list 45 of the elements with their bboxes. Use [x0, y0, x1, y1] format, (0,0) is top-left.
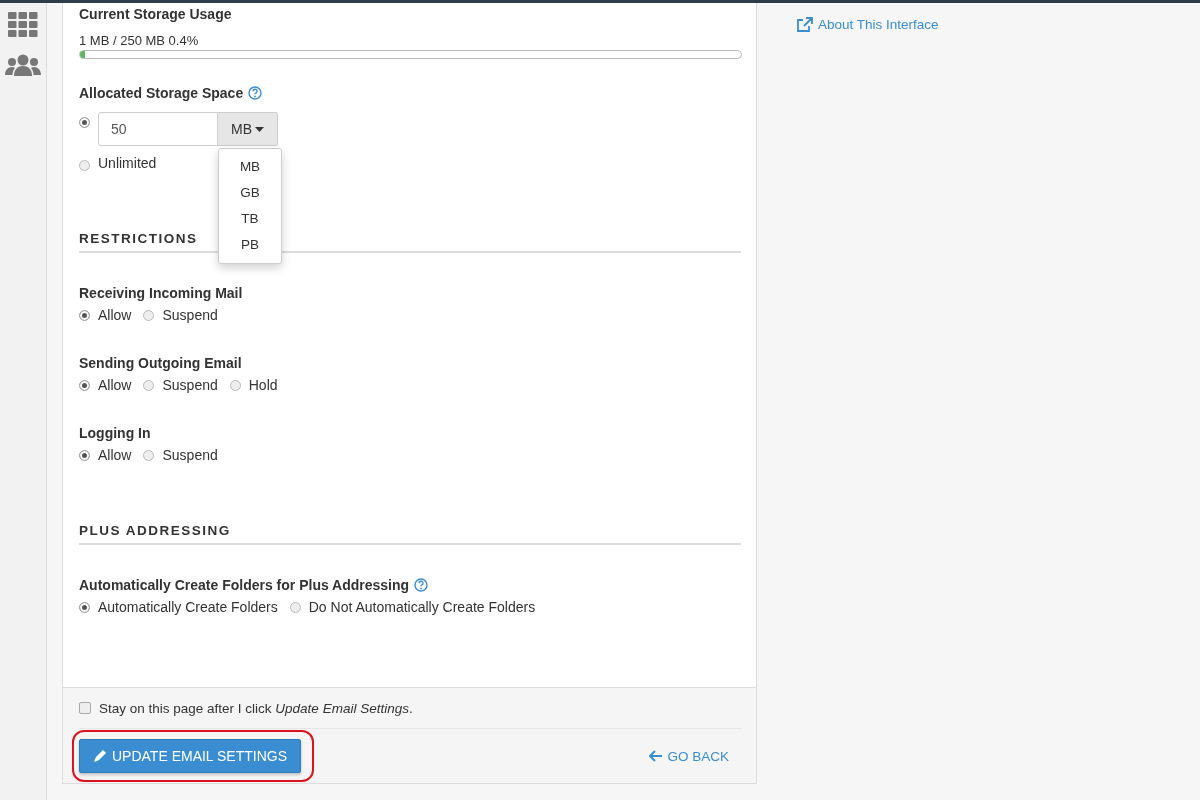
- radio-label: Unlimited: [98, 155, 157, 171]
- radio-label: Automatically Create Folders: [98, 599, 278, 615]
- radio-button[interactable]: [79, 379, 90, 391]
- menu-item[interactable]: PB: [219, 232, 281, 258]
- radio-button[interactable]: [79, 160, 90, 171]
- menu-item[interactable]: TB: [219, 206, 281, 232]
- radio-button[interactable]: [143, 309, 155, 321]
- radio-label: Allow: [98, 447, 132, 463]
- radio-label: Allow: [98, 307, 132, 323]
- field-label: Allocated Storage Space: [79, 85, 244, 101]
- quota-field[interactable]: 50: [98, 112, 218, 146]
- field-label: Sending Outgoing Email: [79, 355, 243, 371]
- field-label: Receiving Incoming Mail: [79, 285, 244, 301]
- field-label: Current Storage Usage: [79, 6, 233, 22]
- apps-grid-icon[interactable]: [8, 12, 38, 38]
- pencil-icon: [93, 749, 107, 763]
- radio-button[interactable]: [79, 449, 90, 461]
- caret-icon: [255, 126, 264, 132]
- users-icon[interactable]: [5, 54, 41, 76]
- radio-button[interactable]: [79, 309, 90, 321]
- section-heading: PLUS ADDRESSING: [79, 523, 741, 545]
- radio-button[interactable]: [289, 601, 301, 613]
- usage-text: 1 MB / 250 MB 0.4%: [79, 33, 200, 48]
- radio-button[interactable]: [229, 379, 241, 391]
- radio-label: Hold: [248, 377, 278, 393]
- radio-button[interactable]: [143, 449, 155, 461]
- checkbox-label: Stay on this page after I click Update Email Settings.: [99, 700, 413, 716]
- radio-button[interactable]: [79, 601, 90, 613]
- checkbox[interactable]: [79, 702, 91, 714]
- radio-label: Suspend: [162, 307, 218, 323]
- field-label: Automatically Create Folders for Plus Addressing: [79, 577, 410, 593]
- field-label: Logging In: [79, 425, 152, 441]
- radio-label: Do Not Automatically Create Folders: [308, 599, 536, 615]
- radio-label: Allow: [98, 377, 132, 393]
- update-button[interactable]: UPDATE EMAIL SETTINGS: [79, 739, 302, 773]
- external-link-icon: [797, 17, 813, 32]
- radio-label: Suspend: [162, 377, 218, 393]
- menu-item[interactable]: MB: [219, 154, 281, 180]
- radio-button[interactable]: [79, 117, 90, 128]
- arrow-left-icon: [649, 750, 663, 762]
- radio-label: Suspend: [162, 447, 218, 463]
- radio-button[interactable]: [143, 379, 155, 391]
- menu-item[interactable]: GB: [219, 180, 281, 206]
- unit-dropdown[interactable]: MB: [218, 112, 278, 146]
- help-icon: [248, 86, 263, 100]
